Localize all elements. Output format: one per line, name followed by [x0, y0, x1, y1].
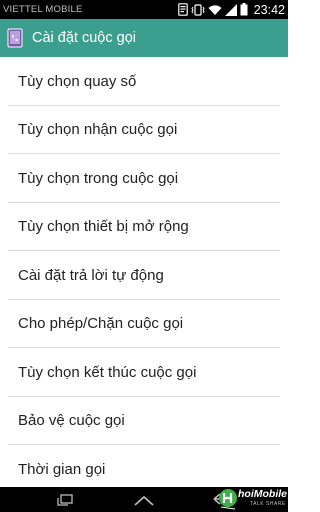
status-icons: 23:42: [177, 2, 285, 17]
settings-item-call-duration[interactable]: Thời gian gọi: [0, 445, 288, 487]
list-item-label: Tùy chọn thiết bị mở rộng: [18, 218, 189, 236]
action-bar: Cài đặt cuộc gọi: [0, 19, 288, 57]
settings-item-call-protection[interactable]: Bảo vệ cuộc gọi: [0, 397, 288, 446]
list-item-label: Tùy chọn nhận cuộc gọi: [18, 121, 178, 139]
list-item-label: Tùy chọn quay số: [18, 72, 137, 90]
signal-icon: [224, 3, 237, 16]
page-title: Cài đặt cuộc gọi: [32, 30, 136, 46]
watermark-brand: hoiMobile: [238, 488, 287, 500]
settings-item-dialing-options[interactable]: Tùy chọn quay số: [0, 57, 288, 106]
recent-apps-icon[interactable]: [52, 491, 78, 509]
settings-item-accessory-options[interactable]: Tùy chọn thiết bị mở rộng: [0, 203, 288, 252]
screen: VIETTEL MOBILE 23:42 Cài đặt cuộc gọi Tù…: [0, 0, 288, 512]
hoimobile-watermark: hoiMobile TALK SHARE: [216, 487, 287, 512]
status-bar: VIETTEL MOBILE 23:42: [0, 0, 288, 19]
settings-item-in-call-options[interactable]: Tùy chọn trong cuộc gọi: [0, 154, 288, 203]
watermark-tagline: TALK SHARE: [250, 501, 286, 507]
list-item-label: Thời gian gọi: [18, 460, 106, 478]
call-settings-app-icon[interactable]: [4, 27, 26, 49]
carrier-name: VIETTEL MOBILE: [3, 4, 83, 15]
navigation-bar: hoiMobile TALK SHARE: [0, 487, 288, 512]
settings-list: Tùy chọn quay số Tùy chọn nhận cuộc gọi …: [0, 57, 288, 487]
notification-icon: [177, 3, 188, 16]
settings-item-allow-block-calls[interactable]: Cho phép/Chặn cuộc gọi: [0, 300, 288, 349]
clock: 23:42: [253, 2, 285, 17]
list-item-label: Tùy chọn trong cuộc gọi: [18, 169, 179, 187]
list-item-label: Bảo vệ cuộc gọi: [18, 412, 125, 430]
list-item-label: Tùy chọn kết thúc cuộc gọi: [18, 363, 197, 381]
settings-item-end-call-options[interactable]: Tùy chọn kết thúc cuộc gọi: [0, 348, 288, 397]
settings-item-incoming-call-options[interactable]: Tùy chọn nhận cuộc gọi: [0, 106, 288, 155]
battery-icon: [240, 3, 248, 16]
wifi-icon: [208, 4, 222, 16]
list-item-label: Cài đặt trả lời tự động: [18, 266, 164, 284]
hoimobile-logo-icon: [219, 489, 237, 510]
home-icon[interactable]: [131, 491, 157, 509]
vibrate-icon: [191, 3, 205, 16]
settings-item-auto-answer[interactable]: Cài đặt trả lời tự động: [0, 251, 288, 300]
list-item-label: Cho phép/Chặn cuộc gọi: [18, 315, 184, 333]
